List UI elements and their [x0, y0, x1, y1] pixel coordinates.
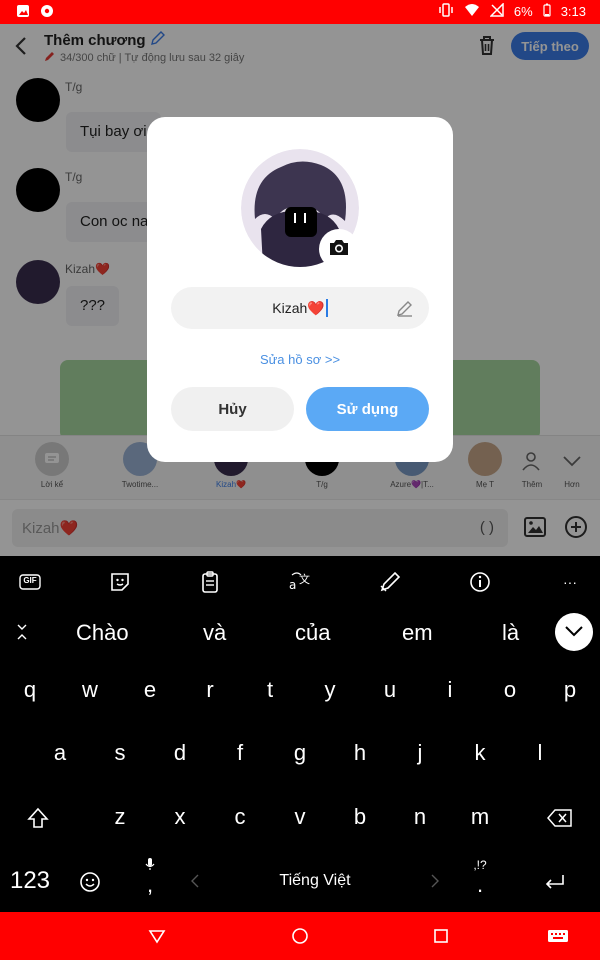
period-label: . [476, 872, 484, 897]
persona-name-input[interactable]: Kizah❤️ [171, 287, 429, 329]
camera-icon [328, 237, 350, 262]
key-b[interactable]: b [340, 797, 380, 837]
enter-key[interactable] [535, 861, 575, 901]
key-u[interactable]: u [370, 670, 410, 710]
suggestion-bar: Chào và của em là [0, 608, 600, 658]
pencil-icon[interactable] [395, 298, 415, 318]
handwriting-icon[interactable] [378, 570, 402, 594]
gif-label: GIF [23, 576, 37, 585]
use-button[interactable]: Sử dụng [306, 387, 429, 431]
comma-label: , [146, 872, 154, 897]
keyboard-switch-icon[interactable] [546, 926, 570, 946]
clock: 3:13 [560, 4, 586, 19]
no-signal-icon [489, 2, 504, 20]
info-icon[interactable] [468, 570, 492, 594]
key-s[interactable]: s [100, 733, 140, 773]
key-w[interactable]: w [70, 670, 110, 710]
key-r[interactable]: r [190, 670, 230, 710]
edit-profile-link[interactable]: Sửa hồ sơ >> [147, 352, 453, 367]
key-h[interactable]: h [340, 733, 380, 773]
change-photo-button[interactable] [319, 229, 359, 269]
persona-name-value: Kizah❤️ [272, 299, 325, 316]
key-n[interactable]: n [400, 797, 440, 837]
space-language-label: Tiếng Việt [279, 872, 351, 889]
backspace-key[interactable] [540, 797, 580, 837]
keyboard-toolbar: GIF a文 ··· [0, 556, 600, 606]
backspace-icon [547, 804, 573, 829]
persona-dialog: Kizah❤️ Sửa hồ sơ >> Hủy Sử dụng [147, 117, 453, 462]
suggestion-word[interactable]: và [203, 620, 226, 646]
keyboard: GIF a文 ··· Chào và của em là q w e r t y… [0, 556, 600, 912]
text-caret [325, 299, 328, 317]
key-e[interactable]: e [130, 670, 170, 710]
suggestion-word[interactable]: là [502, 620, 519, 646]
gallery-notification-icon [16, 4, 30, 18]
key-i[interactable]: i [430, 670, 470, 710]
key-z[interactable]: z [100, 797, 140, 837]
more-icon[interactable]: ··· [558, 570, 582, 594]
svg-text:a: a [289, 578, 296, 592]
emoji-key[interactable] [70, 861, 110, 901]
back-triangle-icon[interactable] [147, 926, 167, 946]
key-j[interactable]: j [400, 733, 440, 773]
emoji-icon [78, 868, 102, 893]
space-key[interactable]: Tiếng Việt [180, 861, 450, 901]
shift-icon [26, 804, 50, 829]
key-f[interactable]: f [220, 733, 260, 773]
gif-icon[interactable]: GIF [18, 570, 42, 594]
soccer-notification-icon [40, 4, 54, 18]
home-circle-icon[interactable] [290, 926, 310, 946]
collapse-suggestions-icon[interactable] [14, 622, 30, 647]
suggestion-word[interactable]: Chào [76, 620, 129, 646]
suggestion-word[interactable]: của [295, 620, 330, 646]
numbers-key[interactable]: 123 [4, 861, 56, 901]
wifi-icon [464, 3, 480, 20]
key-l[interactable]: l [520, 733, 560, 773]
suggestion-word[interactable]: em [402, 620, 433, 646]
punctuation-key[interactable]: ,!? . [460, 853, 500, 905]
battery-percent: 6% [513, 4, 533, 19]
key-d[interactable]: d [160, 733, 200, 773]
battery-icon [543, 3, 551, 20]
key-p[interactable]: p [550, 670, 590, 710]
status-bar: 6% 3:13 [0, 0, 600, 24]
key-a[interactable]: a [40, 733, 80, 773]
key-q[interactable]: q [10, 670, 50, 710]
key-o[interactable]: o [490, 670, 530, 710]
shift-key[interactable] [18, 797, 58, 837]
chevron-right-icon [430, 873, 440, 894]
recents-square-icon[interactable] [431, 926, 451, 946]
comma-key[interactable]: , [130, 853, 170, 905]
chevron-down-icon [564, 624, 584, 643]
key-t[interactable]: t [250, 670, 290, 710]
key-k[interactable]: k [460, 733, 500, 773]
key-g[interactable]: g [280, 733, 320, 773]
hide-keyboard-button[interactable] [555, 613, 593, 651]
translate-icon[interactable]: a文 [288, 570, 312, 594]
navigation-bar [0, 912, 600, 960]
key-y[interactable]: y [310, 670, 350, 710]
key-m[interactable]: m [460, 797, 500, 837]
clipboard-icon[interactable] [198, 570, 222, 594]
key-c[interactable]: c [220, 797, 260, 837]
key-x[interactable]: x [160, 797, 200, 837]
sticker-icon[interactable] [108, 570, 132, 594]
cancel-button[interactable]: Hủy [171, 387, 294, 431]
vibrate-icon [438, 3, 454, 20]
enter-icon [543, 868, 567, 893]
key-v[interactable]: v [280, 797, 320, 837]
